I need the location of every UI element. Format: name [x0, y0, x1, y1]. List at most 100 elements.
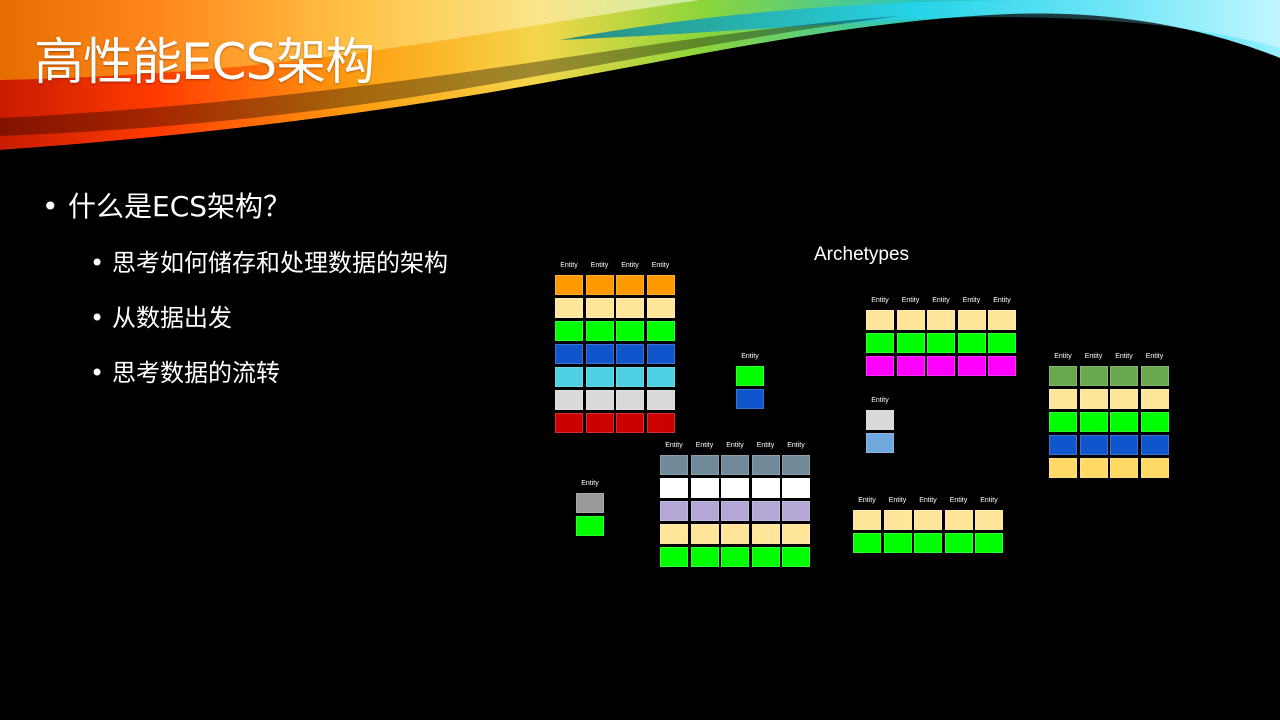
component-cell — [585, 321, 614, 341]
component-cell — [721, 524, 749, 544]
component-cell — [555, 390, 583, 410]
component-cell — [616, 367, 644, 387]
component-cell — [751, 478, 780, 498]
component-cell — [690, 455, 719, 475]
entity-label: Entity — [919, 497, 937, 504]
component-cell — [1110, 366, 1138, 386]
component-cell — [585, 390, 614, 410]
component-cell — [927, 333, 955, 353]
entity-label: Entity — [901, 297, 920, 304]
entity-label: Entity — [1115, 353, 1133, 360]
component-cell — [1049, 366, 1077, 386]
component-cell — [555, 321, 583, 341]
component-cell — [646, 298, 675, 318]
component-cell — [646, 367, 675, 387]
component-cell — [853, 510, 881, 530]
component-cell — [1049, 458, 1077, 478]
component-cell — [927, 356, 955, 376]
component-cell — [1049, 412, 1077, 432]
entity-label: Entity — [993, 297, 1011, 304]
component-cell — [988, 310, 1016, 330]
component-cell — [646, 321, 675, 341]
component-cell — [782, 455, 810, 475]
entity-label: Entity — [1054, 353, 1072, 360]
bullet-dot: • — [90, 304, 105, 332]
entity-label: Entity — [560, 262, 578, 269]
component-cell — [690, 524, 719, 544]
component-cell — [883, 533, 912, 553]
component-cell — [751, 524, 780, 544]
bullet-dot: • — [90, 249, 105, 277]
bullet-text: 什么是ECS架构？ — [68, 190, 292, 223]
component-cell — [957, 310, 986, 330]
component-cell — [751, 455, 780, 475]
component-cell — [1110, 389, 1138, 409]
entity-label: Entity — [741, 353, 759, 360]
component-cell — [721, 455, 749, 475]
component-cell — [1110, 412, 1138, 432]
component-cell — [576, 516, 604, 536]
component-cell — [1110, 458, 1138, 478]
entity-label: Entity — [932, 297, 950, 304]
entity-label: Entity — [1084, 353, 1103, 360]
component-cell — [660, 547, 688, 567]
component-cell — [736, 366, 764, 386]
component-cell — [736, 389, 764, 409]
entity-label: Entity — [949, 497, 968, 504]
entity-label: Entity — [787, 442, 805, 449]
component-cell — [616, 321, 644, 341]
component-cell — [616, 298, 644, 318]
entity-label: Entity — [871, 297, 889, 304]
entity-label: Entity — [888, 497, 907, 504]
component-cell — [896, 310, 925, 330]
component-cell — [721, 478, 749, 498]
component-cell — [660, 501, 688, 521]
component-cell — [988, 356, 1016, 376]
component-cell — [1140, 435, 1169, 455]
component-cell — [721, 501, 749, 521]
component-cell — [975, 533, 1003, 553]
bullet-level1: • 什么是ECS架构？ — [42, 188, 291, 226]
component-cell — [782, 501, 810, 521]
component-cell — [866, 410, 894, 430]
component-cell — [751, 547, 780, 567]
component-cell — [660, 478, 688, 498]
component-cell — [944, 510, 973, 530]
bullet-dot: • — [90, 359, 105, 387]
entity-label: Entity — [726, 442, 744, 449]
component-cell — [1079, 389, 1108, 409]
component-cell — [1079, 458, 1108, 478]
component-cell — [957, 333, 986, 353]
component-cell — [751, 501, 780, 521]
bullet-text: 思考如何储存和处理数据的架构 — [112, 249, 448, 277]
component-cell — [1079, 412, 1108, 432]
entity-label: Entity — [590, 262, 609, 269]
component-cell — [782, 524, 810, 544]
component-cell — [883, 510, 912, 530]
component-cell — [1110, 435, 1138, 455]
bullet-level2: • 思考如何储存和处理数据的架构 — [90, 247, 448, 279]
component-cell — [616, 344, 644, 364]
component-cell — [576, 493, 604, 513]
component-cell — [1140, 458, 1169, 478]
component-cell — [1140, 412, 1169, 432]
component-cell — [853, 533, 881, 553]
component-cell — [1049, 389, 1077, 409]
component-cell — [585, 413, 614, 433]
component-cell — [646, 344, 675, 364]
component-cell — [866, 356, 894, 376]
component-cell — [1079, 435, 1108, 455]
component-cell — [646, 275, 675, 295]
component-cell — [690, 547, 719, 567]
component-cell — [555, 298, 583, 318]
bullet-level2: • 思考数据的流转 — [90, 357, 280, 389]
entity-label: Entity — [980, 497, 998, 504]
component-cell — [585, 344, 614, 364]
archetypes-label: Archetypes — [814, 244, 910, 265]
component-cell — [721, 547, 749, 567]
slide-title: 高性能ECS架构 — [34, 33, 375, 91]
component-cell — [866, 433, 894, 453]
component-cell — [782, 547, 810, 567]
component-cell — [585, 275, 614, 295]
component-cell — [555, 413, 583, 433]
